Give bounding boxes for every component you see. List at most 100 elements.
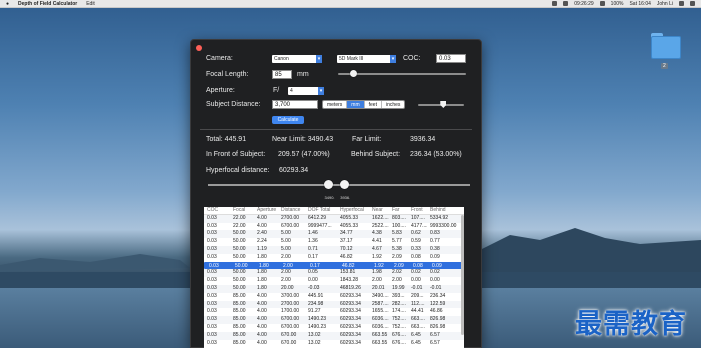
- table-cell: 2700.00: [281, 300, 300, 307]
- table-cell: 5.77: [392, 238, 402, 245]
- close-button[interactable]: [196, 45, 202, 51]
- table-cell: 13.02: [308, 331, 321, 338]
- datetime[interactable]: Sat 16:04: [629, 1, 650, 7]
- results-table[interactable]: COC Focal Aperture Distance DOF Total Hyperfo…: [204, 207, 464, 348]
- unit-mm[interactable]: mm: [347, 101, 365, 108]
- column-header[interactable]: Near: [369, 207, 389, 214]
- table-cell: 50.00: [233, 284, 246, 291]
- table-cell: 282....: [392, 300, 406, 307]
- menu-edit[interactable]: Edit: [86, 1, 95, 7]
- table-cell: 112....: [411, 300, 425, 307]
- table-row[interactable]: 0.03 50.00 1.80 2.00 0.00 1843.28 2.00 2.00 0.00…: [204, 277, 464, 285]
- table-row[interactable]: 0.03 85.00 4.00 3700.00 445.91 60293.34 3490..…: [204, 293, 464, 301]
- dof-range-slider[interactable]: 3490. 3936.: [208, 180, 470, 200]
- camera-model-select[interactable]: 5D Mark III ▾: [337, 55, 396, 63]
- unit-feet[interactable]: feet: [365, 101, 382, 108]
- table-cell: 4177....: [411, 222, 427, 229]
- table-row[interactable]: 0.03 50.00 1.80 20.00 -0.03 46819.26 20.01 19.9…: [204, 284, 464, 293]
- unit-inches[interactable]: inches: [382, 101, 404, 108]
- column-header[interactable]: COC: [204, 207, 230, 214]
- slider-knob[interactable]: [349, 70, 357, 77]
- subject-distance-slider[interactable]: [418, 101, 464, 108]
- table-cell: 1.19: [257, 245, 267, 252]
- table-cell: 0.03: [207, 323, 217, 330]
- column-header[interactable]: Hyperfocal: [337, 207, 369, 214]
- table-row[interactable]: 0.03 85.00 4.00 1700.00 91.27 60293.34 1655...…: [204, 308, 464, 316]
- table-row[interactable]: 0.03 22.00 4.00 2700.00 6412.29 4055.33 1622..…: [204, 214, 464, 223]
- table-cell: 2.00: [392, 277, 402, 284]
- table-cell: 5.00: [281, 230, 291, 237]
- search-icon[interactable]: [679, 1, 684, 6]
- apple-icon[interactable]: ●: [6, 1, 9, 7]
- table-row[interactable]: 0.03 50.00 1.80 2.00 0.17 46.82 1.92 2.09 0.08 0.…: [204, 254, 464, 262]
- total-dof: Total: 445.91: [206, 136, 247, 143]
- subject-distance-input[interactable]: 3,700: [272, 100, 318, 109]
- status-icon[interactable]: [563, 1, 569, 6]
- table-cell: 663.55: [372, 331, 388, 338]
- calculate-button[interactable]: Calculate: [272, 116, 304, 124]
- table-cell: 100....: [392, 222, 406, 229]
- table-row[interactable]: 0.03 50.00 2.40 5.00 1.46 34.77 4.38 5.83 0.62 0.…: [204, 230, 464, 239]
- table-cell: 3490....: [372, 292, 389, 299]
- column-header[interactable]: Aperture: [254, 207, 278, 214]
- user-name[interactable]: John Li: [657, 1, 673, 7]
- table-cell: 4055.33: [340, 214, 359, 221]
- table-row[interactable]: 0.03 50.00 1.80 2.00 0.05 153.81 1.98 2.02 0.02 0…: [204, 269, 464, 278]
- camera-label: Camera:: [206, 55, 233, 62]
- table-cell: 46.82: [342, 262, 355, 269]
- table-cell: 85.00: [233, 308, 246, 315]
- focal-length-slider[interactable]: [338, 70, 466, 77]
- table-row[interactable]: 0.03 22.00 4.00 6700.00 9999477... 4055.33 252…: [204, 223, 464, 231]
- table-cell: 4.00: [257, 316, 267, 323]
- table-cell: -0.03: [308, 284, 320, 291]
- coc-input[interactable]: 0.03: [436, 54, 466, 63]
- menu-list-icon[interactable]: [690, 1, 695, 6]
- table-body: 0.03 22.00 4.00 2700.00 6412.29 4055.33 1622..…: [204, 214, 464, 348]
- column-header[interactable]: Front: [408, 207, 427, 214]
- table-row[interactable]: 0.03 50.00 1.80 2.00 0.17 46.82 1.92 2.09 0.08 0.…: [204, 261, 464, 270]
- near-limit-knob[interactable]: [324, 180, 334, 189]
- table-cell: 752....: [392, 316, 406, 323]
- table-cell: 6.57: [430, 331, 440, 338]
- focal-length-input[interactable]: 85: [272, 70, 292, 79]
- column-header[interactable]: DOF Total: [305, 207, 337, 214]
- table-cell: 0.03: [207, 214, 217, 221]
- chevron-down-icon: ▾: [316, 55, 322, 63]
- focal-length-label: Focal Length:: [206, 71, 249, 78]
- column-header[interactable]: Distance: [278, 207, 305, 214]
- table-cell: 445.91: [308, 292, 324, 299]
- column-header[interactable]: Far: [389, 207, 408, 214]
- table-row[interactable]: 0.03 85.00 4.00 6700.00 1490.23 60293.34 6036.…: [204, 324, 464, 332]
- camera-brand-select[interactable]: Canon ▾: [272, 55, 322, 63]
- table-cell: 676....: [392, 339, 406, 346]
- far-limit-knob[interactable]: [339, 180, 349, 189]
- table-cell: 0.03: [207, 339, 217, 346]
- camera-brand-value: Canon: [274, 56, 289, 62]
- vertical-scrollbar[interactable]: [461, 215, 464, 335]
- table-row[interactable]: 0.03 85.00 4.00 670.00 13.02 60293.34 663.55 67…: [204, 331, 464, 340]
- table-row[interactable]: 0.03 50.00 1.19 5.00 0.71 70.12 4.67 5.38 0.33 0.…: [204, 245, 464, 254]
- table-row[interactable]: 0.03 85.00 4.00 2700.00 234.98 60293.34 2587..…: [204, 300, 464, 309]
- table-cell: 44.41: [411, 308, 424, 315]
- status-icon[interactable]: [552, 1, 558, 6]
- unit-meters[interactable]: meters: [323, 101, 348, 108]
- clock-a[interactable]: 09:26:29: [574, 1, 593, 7]
- aperture-select[interactable]: 4 ▾: [288, 87, 324, 95]
- table-cell: 1490.23: [308, 316, 327, 323]
- table-cell: 9999477...: [308, 222, 332, 229]
- table-cell: 0.59: [411, 238, 421, 245]
- table-cell: 2.40: [257, 230, 267, 237]
- wifi-icon[interactable]: [599, 1, 605, 6]
- menu-app-name[interactable]: Depth of Field Calculator: [18, 1, 77, 7]
- battery-text[interactable]: 100%: [611, 1, 624, 7]
- table-cell: 2.00: [281, 269, 291, 276]
- column-header[interactable]: Behind: [427, 207, 464, 214]
- column-header[interactable]: Focal: [230, 207, 254, 214]
- table-row[interactable]: 0.03 85.00 4.00 6700.00 1490.23 60293.34 6036.…: [204, 316, 464, 324]
- desktop-folder-icon[interactable]: [651, 33, 681, 59]
- far-limit-value: 3936.34: [410, 136, 436, 143]
- table-cell: 107....: [411, 214, 425, 221]
- unit-segmented-control[interactable]: meters mm feet inches: [322, 100, 406, 109]
- table-row[interactable]: 0.03 85.00 4.00 670.00 13.02 60293.34 663.55 67…: [204, 340, 464, 348]
- table-row[interactable]: 0.03 50.00 2.24 5.00 1.36 37.17 4.41 5.77 0.59 0.…: [204, 238, 464, 246]
